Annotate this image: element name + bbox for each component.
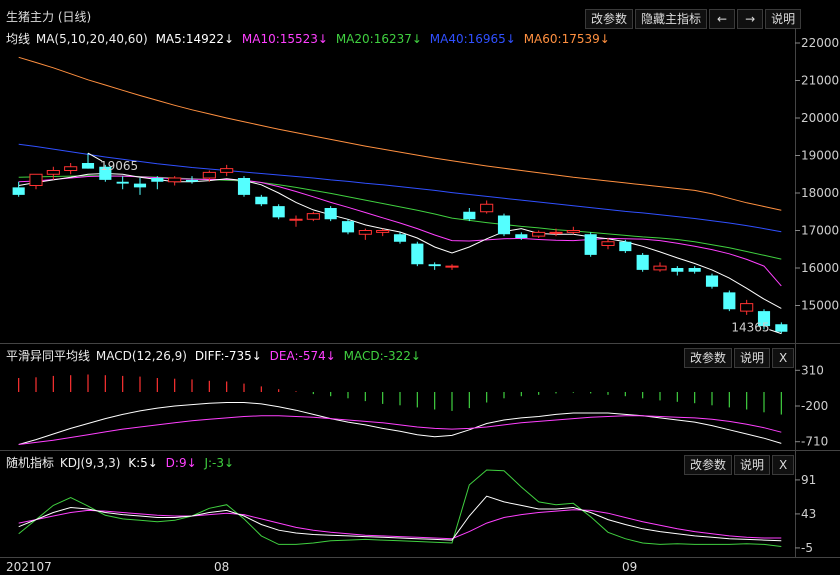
candle-body-up: [220, 168, 234, 173]
high-price-label: 19065: [100, 159, 138, 173]
candle-body-down: [671, 268, 684, 272]
candle-body-down: [584, 234, 597, 255]
candle-body-down: [272, 206, 285, 218]
macd-tick-label: 310: [801, 363, 824, 377]
candle-body-up: [549, 231, 563, 234]
price-tick-label: 15000: [801, 299, 839, 313]
candle-body-down: [619, 241, 632, 252]
candle-body-down: [12, 187, 25, 195]
candle-body-up: [64, 166, 78, 171]
candle-body-down: [151, 178, 164, 182]
candle-body-down: [393, 234, 407, 242]
candle-body-down: [133, 183, 147, 188]
price-tick-label: 20000: [801, 111, 839, 125]
ma10-line: [18, 175, 782, 287]
price-tick-label: 18000: [801, 186, 839, 200]
candle-body-down: [341, 221, 355, 233]
candle-body-up: [566, 230, 580, 233]
candle-body-up: [29, 173, 43, 186]
candle-body-up: [480, 203, 494, 213]
ma40-line: [18, 143, 782, 233]
k-line: [18, 495, 782, 542]
candle-body-down: [705, 275, 719, 287]
chart-canvas: 22000 21000 20000 19000 18000 17000 16000 15000…: [12, 36, 839, 555]
price-tick-label: 16000: [801, 261, 839, 275]
price-tick-label: 17000: [801, 224, 839, 238]
candle-body-down: [723, 292, 736, 310]
candle-body-down: [428, 264, 441, 267]
candle-body-down: [463, 211, 476, 220]
diff-line: [18, 402, 782, 445]
candle-body-up: [168, 177, 182, 183]
candle-body-up: [289, 218, 303, 221]
candle-body-down: [237, 178, 251, 195]
kdj-tick-label: 43: [801, 507, 816, 521]
candle-body-up: [358, 230, 372, 235]
candle-body-down: [116, 181, 129, 184]
macd-tick-label: -200: [801, 399, 828, 413]
candle-body-down: [515, 234, 528, 238]
candle-body-down: [255, 196, 268, 205]
candle-body-up: [653, 265, 667, 271]
candle-body-up: [202, 171, 216, 179]
candle-body-up: [445, 265, 459, 268]
candle-body-up: [46, 170, 60, 175]
candle-body-down: [411, 243, 424, 265]
candle-body-down: [636, 254, 649, 270]
dea-line: [18, 415, 782, 445]
candle-body-up: [532, 231, 546, 237]
candle-body-up: [601, 241, 615, 246]
candle-body-up: [376, 230, 390, 233]
candle-body-up: [306, 213, 320, 220]
candle-body-down: [497, 215, 511, 235]
candle-body-up: [740, 303, 754, 312]
price-tick-label: 21000: [801, 74, 839, 88]
macd-tick-label: -710: [801, 435, 828, 449]
low-price-label: 14365: [731, 321, 769, 335]
candle-body-down: [324, 208, 337, 220]
ma60-line: [18, 56, 782, 211]
kdj-tick-label: -5: [801, 541, 813, 555]
candle-body-down: [775, 324, 788, 332]
price-tick-label: 19000: [801, 149, 839, 163]
price-tick-label: 22000: [801, 36, 839, 50]
j-line: [18, 469, 782, 547]
candle-body-down: [185, 179, 199, 182]
candle-body-down: [688, 268, 701, 272]
d-line: [18, 509, 782, 540]
kdj-tick-label: 91: [801, 473, 816, 487]
ma20-line: [18, 175, 782, 260]
candle-body-down: [81, 163, 95, 169]
